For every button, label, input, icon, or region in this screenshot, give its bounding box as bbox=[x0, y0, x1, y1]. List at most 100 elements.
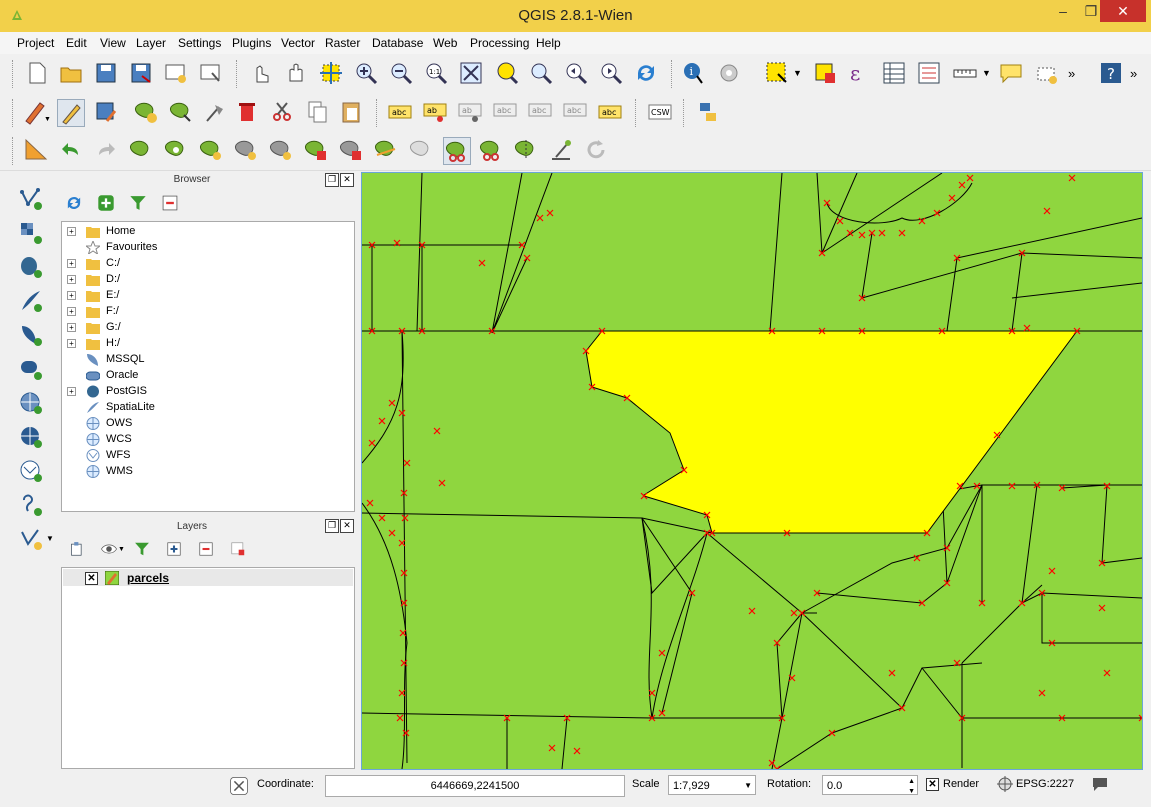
parcels-map[interactable] bbox=[362, 173, 1142, 769]
highlight-pinned-labels-icon[interactable]: ab bbox=[457, 99, 483, 125]
zoom-last-icon[interactable] bbox=[563, 60, 589, 86]
collapse-all-icon[interactable] bbox=[160, 193, 180, 213]
eye-icon[interactable] bbox=[100, 540, 118, 558]
measure-line-icon[interactable] bbox=[952, 60, 978, 86]
add-mssql-layer-icon[interactable] bbox=[18, 322, 44, 348]
new-shapefile-layer-icon[interactable] bbox=[18, 526, 44, 552]
scale-combobox[interactable]: 1:7,929 ▼ bbox=[668, 775, 756, 795]
expand-all-icon[interactable] bbox=[165, 540, 183, 558]
delete-ring-icon[interactable] bbox=[303, 137, 329, 163]
refresh-icon[interactable] bbox=[633, 60, 659, 86]
remove-layer-icon[interactable] bbox=[229, 540, 247, 558]
show-hide-labels-icon[interactable]: abc bbox=[492, 99, 518, 125]
touch-zoom-pan-icon[interactable] bbox=[248, 60, 274, 86]
tree-item-ows[interactable]: OWS bbox=[62, 416, 352, 432]
menu-raster[interactable]: Raster bbox=[325, 36, 360, 50]
rotate-label-icon[interactable]: abc bbox=[562, 99, 588, 125]
deselect-features-icon[interactable] bbox=[812, 60, 838, 86]
tree-item-favourites[interactable]: Favourites bbox=[62, 240, 352, 256]
copy-features-icon[interactable] bbox=[304, 99, 330, 125]
pin-labels-icon[interactable]: ab bbox=[422, 99, 448, 125]
add-wcs-layer-icon[interactable] bbox=[18, 424, 44, 450]
offset-curve-icon[interactable] bbox=[408, 137, 434, 163]
zoom-in-icon[interactable] bbox=[353, 60, 379, 86]
tree-item-wfs[interactable]: WFS bbox=[62, 448, 352, 464]
tree-item-drive-f[interactable]: + F:/ bbox=[62, 304, 352, 320]
coordinate-field[interactable]: 6446669,2241500 bbox=[325, 775, 625, 797]
zoom-native-icon[interactable]: 1:1 bbox=[423, 60, 449, 86]
menu-settings[interactable]: Settings bbox=[178, 36, 221, 50]
help-contents-icon[interactable]: ? bbox=[1098, 60, 1124, 86]
save-project-icon[interactable] bbox=[93, 60, 119, 86]
message-log-icon[interactable] bbox=[229, 776, 249, 796]
menu-project[interactable]: Project bbox=[17, 36, 54, 50]
layer-labeling-icon[interactable]: abc bbox=[387, 99, 413, 125]
pan-map-icon[interactable] bbox=[283, 60, 309, 86]
close-panel-icon[interactable]: ✕ bbox=[340, 173, 354, 187]
filter-icon[interactable] bbox=[128, 193, 148, 213]
new-bookmark-icon[interactable] bbox=[1034, 60, 1060, 86]
tree-item-spatialite[interactable]: SpatiaLite bbox=[62, 400, 352, 416]
paste-features-icon[interactable] bbox=[339, 99, 365, 125]
tree-item-postgis[interactable]: + PostGIS bbox=[62, 384, 352, 400]
float-panel-icon[interactable]: ❐ bbox=[325, 519, 339, 533]
new-print-composer-icon[interactable] bbox=[163, 60, 189, 86]
select-features-icon[interactable] bbox=[764, 60, 790, 86]
pan-to-selection-icon[interactable] bbox=[318, 60, 344, 86]
add-spatialite-layer-icon[interactable] bbox=[18, 288, 44, 314]
add-oracle-layer-icon[interactable] bbox=[18, 356, 44, 382]
tree-item-wms[interactable]: WMS bbox=[62, 464, 352, 480]
collapse-all-icon[interactable] bbox=[197, 540, 215, 558]
add-feature-icon[interactable] bbox=[133, 99, 159, 125]
redo-icon[interactable] bbox=[93, 137, 119, 163]
chevron-down-icon[interactable]: ▼ bbox=[44, 116, 51, 123]
tree-item-home[interactable]: + Home bbox=[62, 224, 352, 240]
zoom-out-icon[interactable] bbox=[388, 60, 414, 86]
save-layer-edits-icon[interactable] bbox=[93, 99, 119, 125]
menu-web[interactable]: Web bbox=[433, 36, 457, 50]
simplify-feature-icon[interactable] bbox=[128, 137, 154, 163]
save-as-icon[interactable] bbox=[128, 60, 154, 86]
zoom-to-layer-icon[interactable] bbox=[493, 60, 519, 86]
delete-selected-icon[interactable] bbox=[234, 99, 260, 125]
menu-edit[interactable]: Edit bbox=[66, 36, 87, 50]
float-panel-icon[interactable]: ❐ bbox=[325, 173, 339, 187]
menu-processing[interactable]: Processing bbox=[470, 36, 529, 50]
composer-manager-icon[interactable] bbox=[198, 60, 224, 86]
undo-icon[interactable] bbox=[58, 137, 84, 163]
menu-vector[interactable]: Vector bbox=[281, 36, 315, 50]
tree-item-drive-d[interactable]: + D:/ bbox=[62, 272, 352, 288]
close-button[interactable]: ✕ bbox=[1100, 0, 1146, 22]
merge-features-icon[interactable] bbox=[513, 137, 539, 163]
chevron-down-icon[interactable]: ▼ bbox=[46, 534, 54, 543]
layer-row-parcels[interactable]: ✕ parcels bbox=[63, 569, 353, 586]
split-parts-icon[interactable] bbox=[478, 137, 504, 163]
tree-item-oracle[interactable]: Oracle bbox=[62, 368, 352, 384]
advanced-digitizing-icon[interactable] bbox=[23, 137, 49, 163]
fill-ring-icon[interactable] bbox=[233, 137, 259, 163]
add-wms-layer-icon[interactable] bbox=[18, 390, 44, 416]
map-tips-icon[interactable] bbox=[998, 60, 1024, 86]
delete-part-icon[interactable] bbox=[338, 137, 364, 163]
csw-icon[interactable]: CSW bbox=[647, 99, 673, 125]
tree-item-mssql[interactable]: MSSQL bbox=[62, 352, 352, 368]
messages-icon[interactable] bbox=[1091, 776, 1109, 792]
crs-icon[interactable] bbox=[997, 776, 1013, 792]
zoom-next-icon[interactable] bbox=[598, 60, 624, 86]
add-part-icon[interactable] bbox=[198, 137, 224, 163]
node-tool-icon[interactable] bbox=[203, 99, 229, 125]
add-postgis-layer-icon[interactable] bbox=[18, 254, 44, 280]
add-vector-layer-icon[interactable] bbox=[18, 186, 44, 212]
tree-item-drive-h[interactable]: + H:/ bbox=[62, 336, 352, 352]
fill-ring-alt-icon[interactable] bbox=[268, 137, 294, 163]
chevron-down-icon[interactable]: ▼ bbox=[793, 68, 802, 78]
new-project-icon[interactable] bbox=[24, 60, 50, 86]
move-label-icon[interactable]: abc bbox=[527, 99, 553, 125]
add-ring-icon[interactable] bbox=[163, 137, 189, 163]
menu-plugins[interactable]: Plugins bbox=[232, 36, 271, 50]
change-label-icon[interactable]: abc bbox=[597, 99, 623, 125]
render-checkbox[interactable]: ✕ bbox=[926, 778, 939, 791]
open-layer-styling-icon[interactable] bbox=[68, 540, 86, 558]
map-canvas[interactable] bbox=[361, 172, 1143, 770]
run-feature-action-icon[interactable] bbox=[716, 60, 742, 86]
